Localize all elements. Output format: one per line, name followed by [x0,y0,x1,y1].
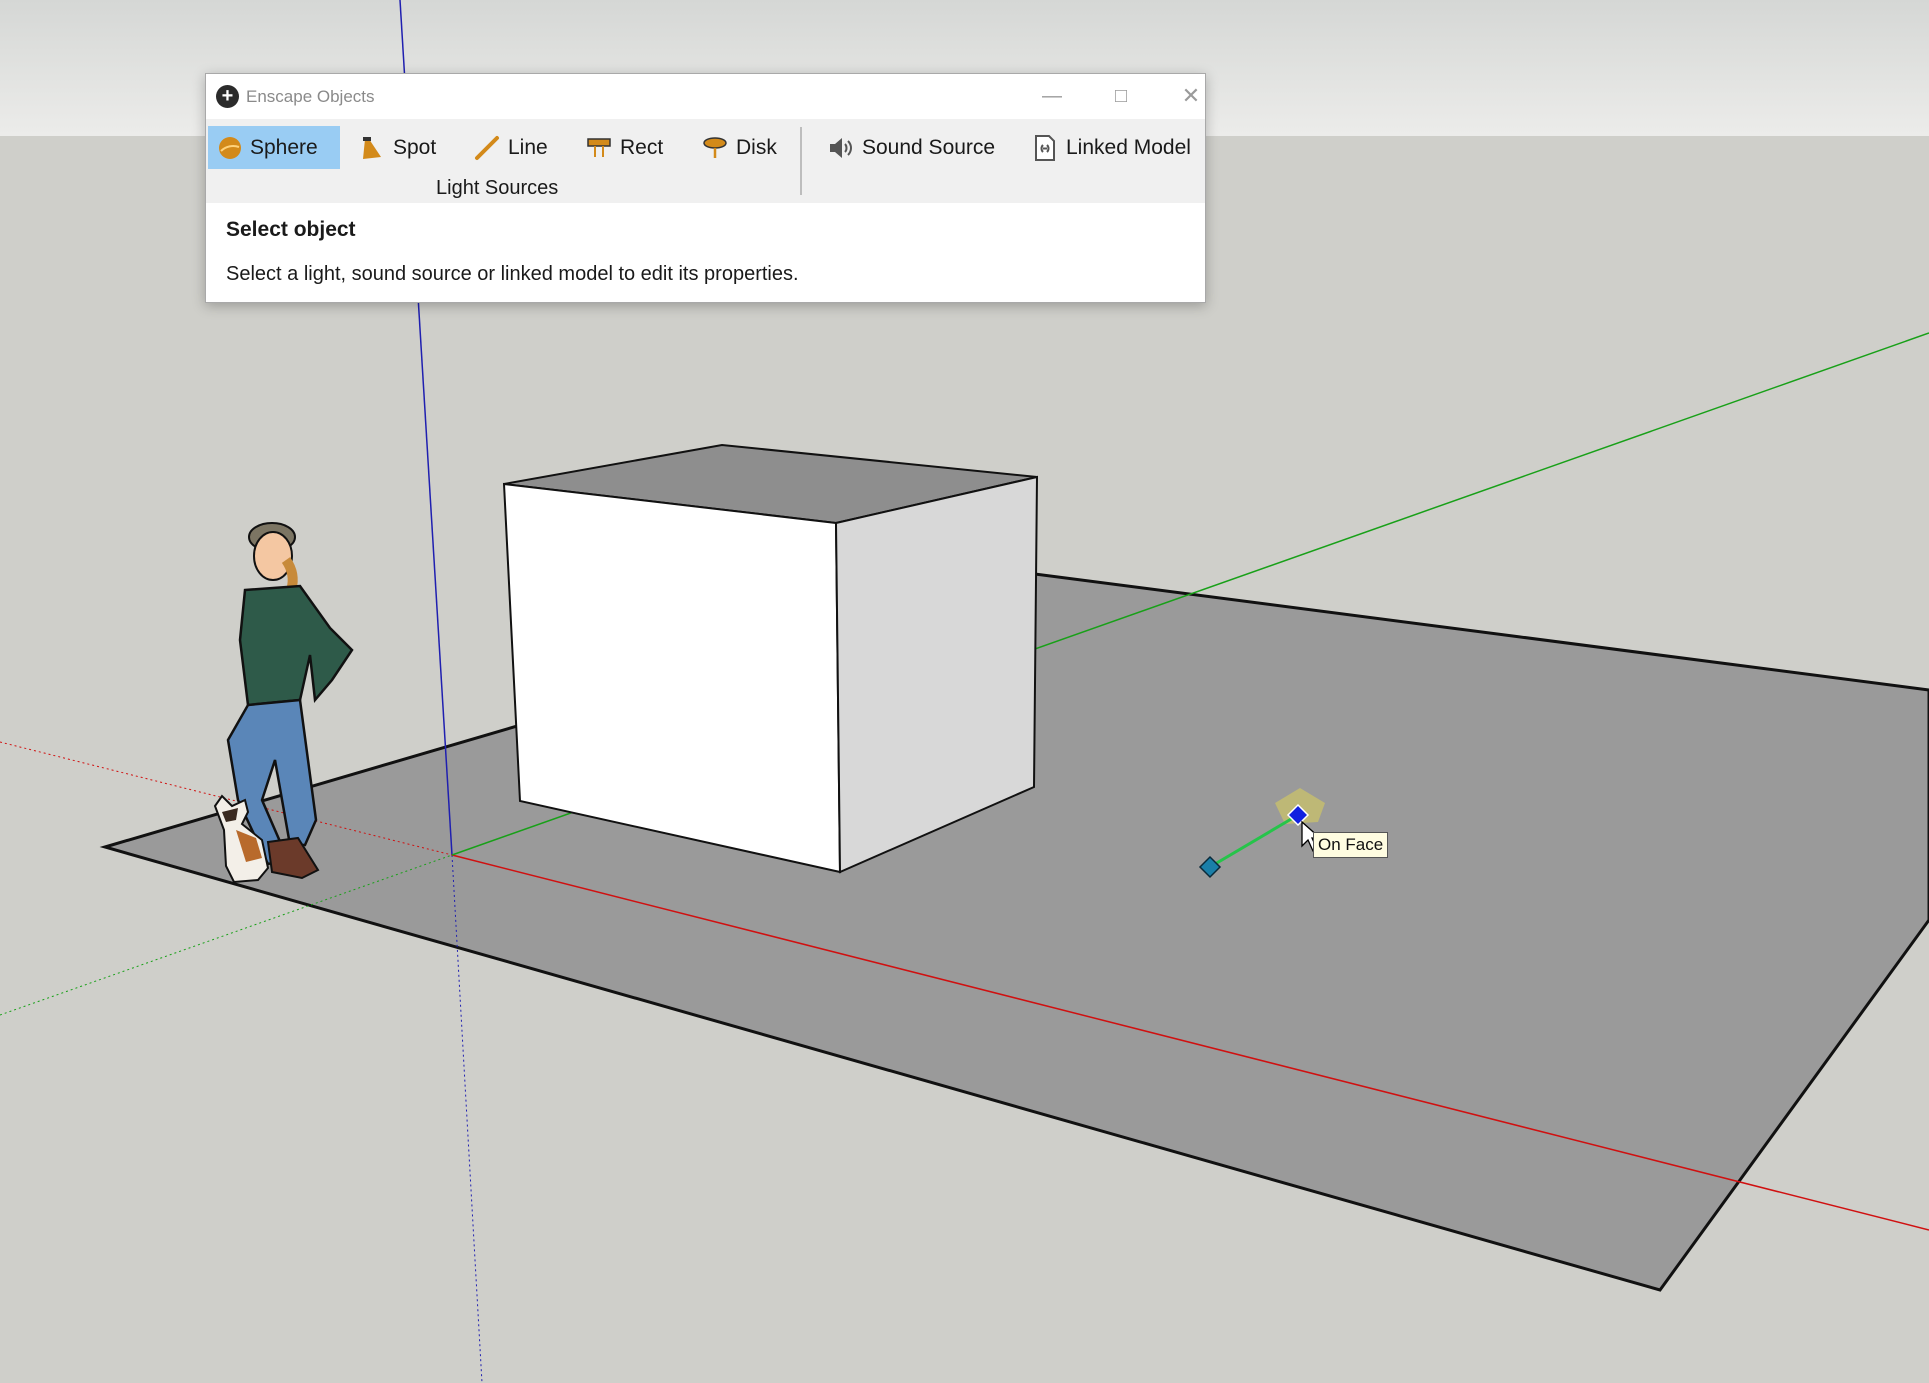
sound-source-label: Sound Source [862,135,996,159]
spot-label: Spot [393,135,437,159]
linked-model-button[interactable]: Linked Model [1022,126,1201,169]
properties-panel: Select object Select a light, sound sour… [206,203,1205,302]
sound-source-button[interactable]: Sound Source [818,126,1005,169]
minimize-button[interactable]: — [1032,82,1072,110]
sphere-label: Sphere [250,135,318,159]
panel-title: Select object [226,218,356,241]
rect-label: Rect [620,135,664,159]
objects-toolbar: Sphere Spot Line Rect Disk Light Sources… [206,119,1205,203]
window-title: Enscape Objects [246,87,375,106]
rect-light-button[interactable]: Rect [576,126,673,169]
line-label: Line [508,135,548,159]
toolbar-separator [800,127,802,195]
sphere-light-button[interactable]: Sphere [208,126,340,169]
linked-model-icon [1035,134,1055,161]
close-button[interactable]: ✕ [1171,82,1211,110]
enscape-objects-window[interactable]: + Enscape Objects — □ ✕ Sphere Spot Line [205,73,1206,303]
plus-circle-icon: + [216,85,239,108]
sphere-icon [219,136,241,159]
inference-tooltip: On Face [1313,832,1389,858]
speaker-icon [830,137,852,158]
linked-model-label: Linked Model [1066,135,1191,159]
spot-icon [363,136,381,159]
rect-icon [587,137,611,157]
disk-light-button[interactable]: Disk [692,126,787,169]
box-model[interactable] [502,443,1039,874]
line-icon [475,135,499,160]
spot-light-button[interactable]: Spot [349,126,446,169]
disk-icon [703,136,727,158]
maximize-button[interactable]: □ [1101,82,1141,110]
light-sources-group-label: Light Sources [436,177,559,199]
line-light-button[interactable]: Line [464,126,558,169]
panel-description: Select a light, sound source or linked m… [226,263,799,285]
disk-label: Disk [736,135,777,159]
window-titlebar[interactable]: + Enscape Objects — □ ✕ [206,74,1205,119]
